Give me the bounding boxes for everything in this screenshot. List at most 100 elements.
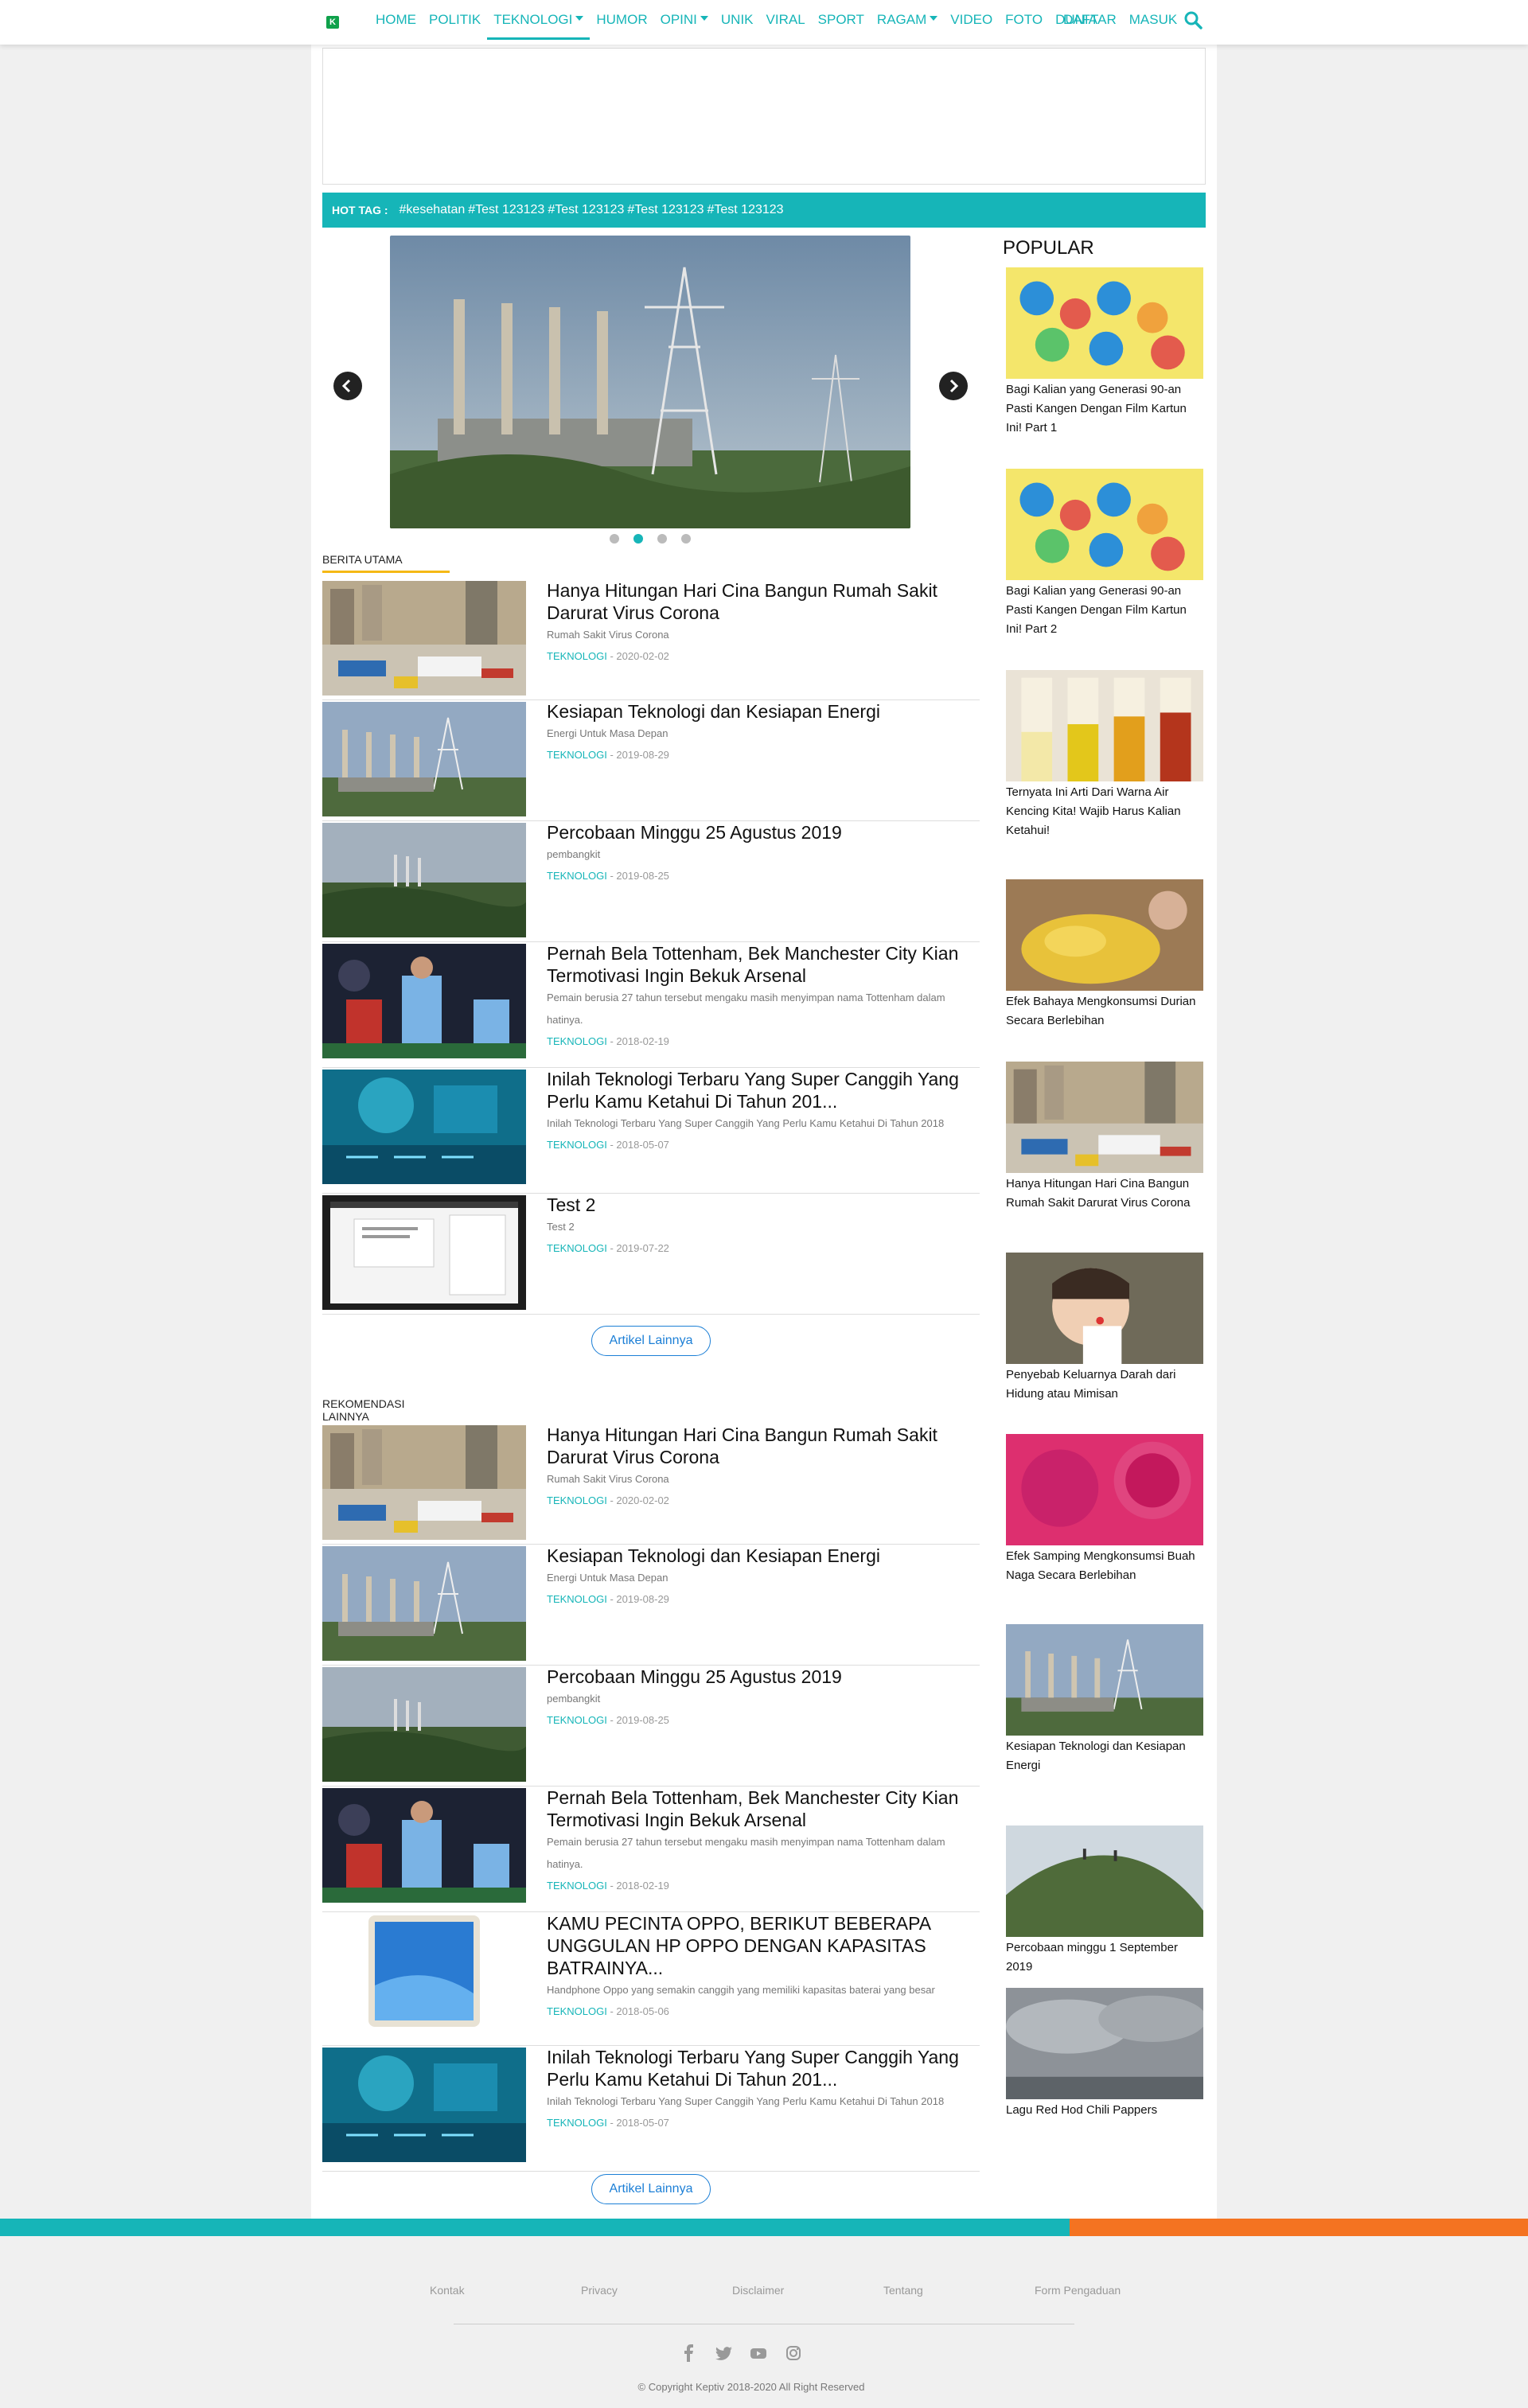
article-thumbnail[interactable] [322, 702, 526, 816]
popular-item[interactable]: Efek Bahaya Mengkonsumsi Durian Secara B… [1006, 879, 1203, 1031]
construction-thumbnail[interactable] [322, 1425, 526, 1540]
article-thumbnail[interactable] [322, 944, 526, 1058]
popular-thumbnail[interactable] [1006, 469, 1203, 580]
article-title[interactable]: Inilah Teknologi Terbaru Yang Super Cang… [547, 2046, 976, 2090]
dragonfruit-thumbnail[interactable] [1006, 1434, 1203, 1545]
article-row[interactable]: Pernah Bela Tottenham, Bek Manchester Ci… [322, 942, 980, 1068]
article-title[interactable]: Kesiapan Teknologi dan Kesiapan Energi [547, 1545, 976, 1567]
article-thumbnail[interactable] [322, 1788, 526, 1903]
popular-item[interactable]: Efek Samping Mengkonsumsi Buah Naga Seca… [1006, 1434, 1203, 1585]
article-category[interactable]: TEKNOLOGI [547, 650, 607, 662]
slider-dot[interactable] [657, 534, 667, 544]
popular-item[interactable]: Ternyata Ini Arti Dari Warna Air Kencing… [1006, 670, 1203, 840]
nav-item-video[interactable]: VIDEO [944, 0, 999, 40]
footer-link-kontak[interactable]: Kontak [430, 2284, 581, 2297]
login-link[interactable]: MASUK [1123, 0, 1183, 40]
nav-item-ragam[interactable]: RAGAM [871, 0, 944, 40]
nav-item-humor[interactable]: HUMOR [590, 0, 653, 40]
article-thumbnail[interactable] [322, 1425, 526, 1540]
article-category[interactable]: TEKNOLOGI [547, 1139, 607, 1151]
article-thumbnail[interactable] [322, 1914, 526, 2028]
register-link[interactable]: DAFTAR [1057, 0, 1123, 40]
article-category[interactable]: TEKNOLOGI [547, 1035, 607, 1047]
popular-item[interactable]: Hanya Hitungan Hari Cina Bangun Rumah Sa… [1006, 1062, 1203, 1213]
article-category[interactable]: TEKNOLOGI [547, 1494, 607, 1506]
social-link[interactable] [715, 2344, 732, 2362]
article-row[interactable]: Hanya Hitungan Hari Cina Bangun Rumah Sa… [322, 579, 980, 700]
popular-title[interactable]: Percobaan minggu 1 September 2019 [1006, 1938, 1203, 1977]
article-category[interactable]: TEKNOLOGI [547, 1593, 607, 1605]
nav-item-opini[interactable]: OPINI [654, 0, 715, 40]
popular-thumbnail[interactable] [1006, 1825, 1203, 1937]
nav-item-viral[interactable]: VIRAL [760, 0, 812, 40]
popular-title[interactable]: Bagi Kalian yang Generasi 90-an Pasti Ka… [1006, 380, 1203, 438]
social-link[interactable] [785, 2344, 802, 2362]
slider-dot[interactable] [681, 534, 691, 544]
popular-title[interactable]: Lagu Red Hod Chili Pappers [1006, 2101, 1203, 2120]
article-title[interactable]: Inilah Teknologi Terbaru Yang Super Cang… [547, 1068, 976, 1112]
article-row[interactable]: Pernah Bela Tottenham, Bek Manchester Ci… [322, 1787, 980, 1912]
hot-tag[interactable]: #kesehatan [400, 203, 466, 216]
powerplant-far-thumbnail[interactable] [322, 823, 526, 937]
tech-thumbnail[interactable] [322, 2048, 526, 2162]
phone-thumbnail[interactable] [322, 1914, 526, 2028]
article-thumbnail[interactable] [322, 1667, 526, 1782]
popular-title[interactable]: Kesiapan Teknologi dan Kesiapan Energi [1006, 1737, 1203, 1775]
nav-item-politik[interactable]: POLITIK [423, 0, 487, 40]
popular-title[interactable]: Bagi Kalian yang Generasi 90-an Pasti Ka… [1006, 582, 1203, 639]
article-category[interactable]: TEKNOLOGI [547, 1714, 607, 1726]
twitter-icon[interactable] [715, 2344, 732, 2362]
hot-tag[interactable]: #Test 123123 [707, 203, 783, 216]
hot-tag[interactable]: #Test 123123 [468, 203, 544, 216]
screenshot-thumbnail[interactable] [322, 1195, 526, 1310]
article-thumbnail[interactable] [322, 823, 526, 937]
girl-thumbnail[interactable] [1006, 1253, 1203, 1364]
popular-thumbnail[interactable] [1006, 1062, 1203, 1173]
article-row[interactable]: Inilah Teknologi Terbaru Yang Super Cang… [322, 2046, 980, 2172]
footer-link-form-pengaduan[interactable]: Form Pengaduan [1035, 2284, 1186, 2297]
powerplant-far-thumbnail[interactable] [322, 1667, 526, 1782]
popular-item[interactable]: Penyebab Keluarnya Darah dari Hidung ata… [1006, 1253, 1203, 1404]
nav-item-foto[interactable]: FOTO [999, 0, 1049, 40]
popular-title[interactable]: Penyebab Keluarnya Darah dari Hidung ata… [1006, 1366, 1203, 1404]
hot-tag[interactable]: #Test 123123 [627, 203, 704, 216]
social-link[interactable] [680, 2344, 697, 2362]
slider-dot[interactable] [610, 534, 619, 544]
footer-link-disclaimer[interactable]: Disclaimer [732, 2284, 883, 2297]
popular-thumbnail[interactable] [1006, 1988, 1203, 2099]
article-thumbnail[interactable] [322, 2048, 526, 2162]
article-title[interactable]: Hanya Hitungan Hari Cina Bangun Rumah Sa… [547, 579, 976, 624]
popular-thumbnail[interactable] [1006, 879, 1203, 991]
instagram-icon[interactable] [785, 2344, 802, 2362]
cartoon-thumbnail[interactable] [1006, 267, 1203, 379]
footer-link-tentang[interactable]: Tentang [883, 2284, 1035, 2297]
popular-item[interactable]: Bagi Kalian yang Generasi 90-an Pasti Ka… [1006, 267, 1203, 438]
article-row[interactable]: Kesiapan Teknologi dan Kesiapan Energi En… [322, 1545, 980, 1666]
nav-item-unik[interactable]: UNIK [715, 0, 760, 40]
hill-thumbnail[interactable] [1006, 1825, 1203, 1937]
nav-item-teknologi[interactable]: TEKNOLOGI [487, 0, 591, 40]
headline-slider[interactable] [390, 236, 910, 528]
search-icon[interactable] [1183, 10, 1203, 30]
popular-thumbnail[interactable] [1006, 267, 1203, 379]
tubes-thumbnail[interactable] [1006, 670, 1203, 781]
clouds-thumbnail[interactable] [1006, 1988, 1203, 2099]
article-title[interactable]: Pernah Bela Tottenham, Bek Manchester Ci… [547, 1787, 976, 1831]
article-category[interactable]: TEKNOLOGI [547, 1880, 607, 1892]
hot-tag[interactable]: #Test 123123 [548, 203, 624, 216]
popular-thumbnail[interactable] [1006, 1624, 1203, 1736]
site-logo[interactable]: K [326, 16, 339, 29]
construction-thumbnail[interactable] [322, 581, 526, 696]
popular-title[interactable]: Hanya Hitungan Hari Cina Bangun Rumah Sa… [1006, 1175, 1203, 1213]
article-category[interactable]: TEKNOLOGI [547, 1242, 607, 1254]
article-title[interactable]: Hanya Hitungan Hari Cina Bangun Rumah Sa… [547, 1424, 976, 1468]
article-title[interactable]: Test 2 [547, 1194, 976, 1216]
football-thumbnail[interactable] [322, 1788, 526, 1903]
article-row[interactable]: Kesiapan Teknologi dan Kesiapan Energi En… [322, 700, 980, 821]
article-thumbnail[interactable] [322, 1195, 526, 1310]
article-title[interactable]: Percobaan Minggu 25 Agustus 2019 [547, 821, 976, 844]
article-row[interactable]: Hanya Hitungan Hari Cina Bangun Rumah Sa… [322, 1424, 980, 1545]
article-row[interactable]: Test 2 Test 2 TEKNOLOGI - 2019-07-22 [322, 1194, 980, 1315]
popular-thumbnail[interactable] [1006, 1253, 1203, 1364]
youtube-icon[interactable] [750, 2344, 767, 2362]
